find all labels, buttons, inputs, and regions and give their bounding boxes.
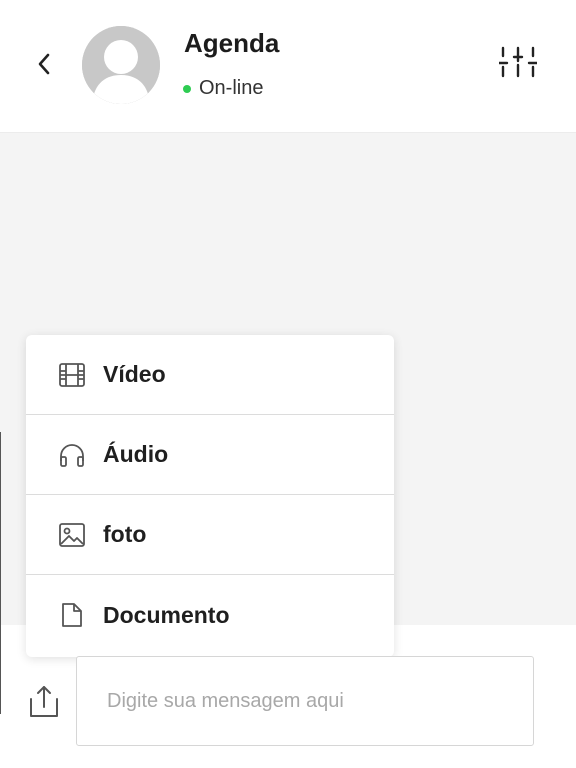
menu-item-audio[interactable]: Áudio [26,415,394,495]
back-button[interactable] [28,48,60,80]
status-dot [183,84,191,93]
sliders-icon [499,46,537,78]
filter-button[interactable] [496,42,540,82]
film-icon [58,361,86,389]
status-label: On-line [199,77,264,99]
menu-item-label: Documento [103,601,230,628]
divider [0,432,1,714]
avatar[interactable] [82,26,160,104]
menu-item-label: Áudio [103,441,169,467]
menu-item-video[interactable]: Vídeo [26,335,394,415]
menu-item-document[interactable]: Documento [26,575,394,655]
attach-button[interactable] [26,682,62,722]
user-avatar-icon [82,26,160,104]
menu-item-photo[interactable]: foto [26,495,394,575]
online-status: On-line [183,77,263,100]
contact-name: Agenda [184,28,280,58]
image-icon [58,521,86,549]
upload-icon [30,686,58,717]
menu-item-label: foto [103,521,147,547]
menu-item-label: Vídeo [103,361,166,387]
chevron-left-icon [38,53,50,75]
headphones-icon [58,441,86,469]
message-input[interactable] [76,656,534,746]
chat-header: Agenda On-line [0,0,576,133]
attachment-menu: Vídeo Áudio foto Documento [26,335,394,657]
file-icon [58,601,86,629]
